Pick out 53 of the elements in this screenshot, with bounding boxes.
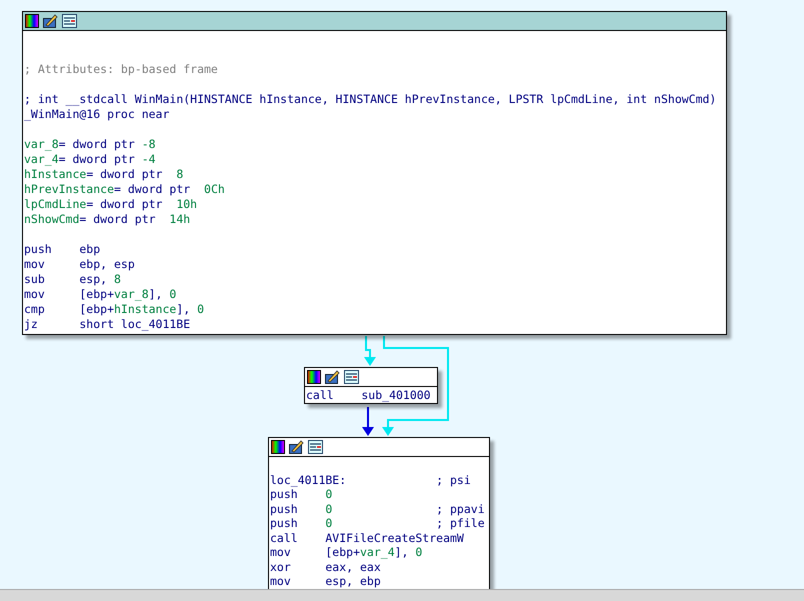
color-palette-icon[interactable] [25, 14, 39, 28]
graph-icon[interactable] [308, 440, 323, 454]
operand: ebp, esp [79, 257, 135, 271]
mnemonic: mov [24, 257, 45, 271]
operand: [ebp+var_8], 0 [79, 287, 176, 301]
mnemonic: mov [24, 287, 45, 301]
mnemonic: push [270, 516, 298, 530]
operand: 0 [325, 502, 332, 516]
graph-icon[interactable] [344, 370, 359, 384]
comment-text: ; Attributes: bp-based frame [24, 62, 218, 76]
mnemonic: mov [270, 545, 291, 559]
mnemonic: call [270, 530, 298, 544]
code-block[interactable]: loc_4011BE: ; psi push 0 push 0 ; ppavi push 0 ; pfile call AVIFileCreateStreamW mov [ebp+var_4], 0 xor eax, eax mov esp, ebp [268, 437, 490, 589]
operand: 0 [325, 516, 332, 530]
operand: esp, 8 [79, 272, 121, 286]
color-palette-icon[interactable] [271, 440, 285, 454]
code-block[interactable]: call sub_401000 [304, 367, 438, 404]
operand: sub_401000 [361, 388, 431, 402]
operand: [ebp+hInstance], 0 [79, 302, 204, 316]
code-label: loc_4011BE: [270, 472, 346, 486]
code-line: lpCmdLine= dword ptr 10h [24, 197, 198, 211]
operand: 0 [325, 487, 332, 501]
comment-text: ; ppavi [436, 502, 485, 516]
operand: ebp [79, 242, 100, 256]
operand: eax, eax [325, 560, 381, 574]
operand: [ebp+var_4], 0 [325, 545, 422, 559]
mnemonic: push [24, 242, 52, 256]
mnemonic: jz [24, 317, 38, 331]
mnemonic: push [270, 487, 298, 501]
pencil-icon[interactable] [325, 370, 340, 384]
code-line: var_8= dword ptr -8 [24, 137, 156, 151]
pencil-icon[interactable] [289, 440, 304, 454]
mnemonic: push [270, 502, 298, 516]
code-line: ; int __stdcall WinMain(HINSTANCE hInstance, HINSTANCE hPrevInstance, LPSTR lpCmdLine, int nShowCmd) [24, 92, 716, 106]
comment-text: ; pfile [436, 516, 485, 530]
operand: AVIFileCreateStreamW [325, 530, 464, 544]
color-palette-icon[interactable] [307, 370, 321, 384]
code-line: hInstance= dword ptr 8 [24, 167, 184, 181]
mnemonic: xor [270, 560, 291, 574]
code-line: var_4= dword ptr -4 [24, 152, 156, 166]
operand: short loc_4011BE [79, 317, 190, 331]
mnemonic: sub [24, 272, 45, 286]
comment-text: ; psi [436, 472, 471, 486]
code-line: _WinMain@16 proc near [24, 107, 170, 121]
mnemonic: call [306, 388, 334, 402]
operand: esp, ebp [325, 574, 381, 588]
mnemonic: mov [270, 574, 291, 588]
code-line: hPrevInstance= dword ptr 0Ch [24, 182, 225, 196]
code-line: nShowCmd= dword ptr 14h [24, 212, 190, 226]
mnemonic: cmp [24, 302, 45, 316]
graph-icon[interactable] [62, 14, 77, 28]
pencil-icon[interactable] [43, 14, 58, 28]
code-block[interactable] [22, 11, 727, 335]
